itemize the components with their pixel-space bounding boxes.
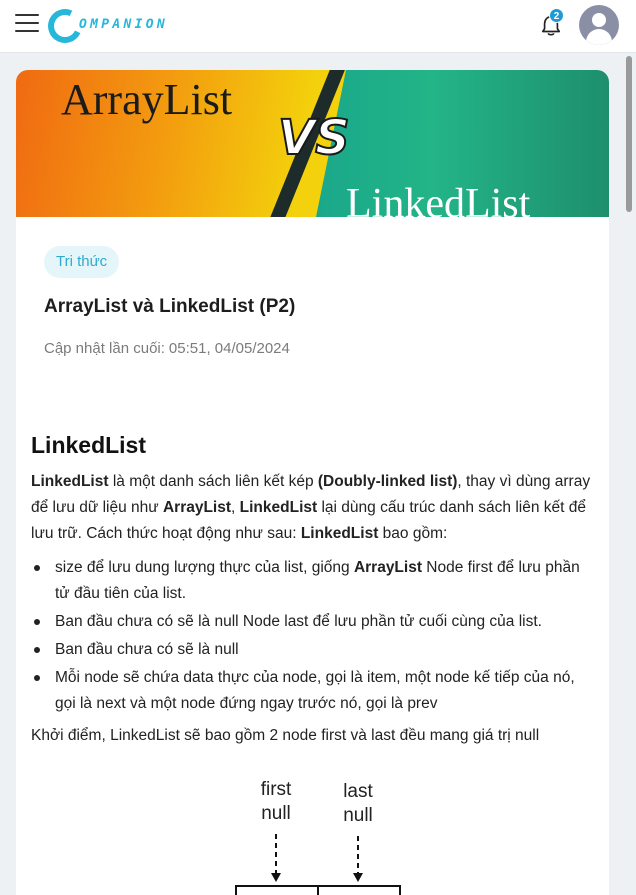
companion-logo[interactable]: OMPANION — [43, 4, 173, 48]
top-bar: OMPANION 2 — [0, 0, 636, 53]
intro-paragraph: LinkedList là một danh sách liên kết kép… — [31, 473, 591, 542]
last-updated-label: Cập nhật lần cuối: — [44, 340, 165, 357]
banner-vs-text: VS — [277, 109, 351, 167]
article-content: LinkedList LinkedList là một danh sách l… — [31, 430, 596, 757]
last-updated-value: 05:51, 04/05/2024 — [168, 340, 290, 357]
linkedlist-diagram: first null last null — [234, 778, 434, 895]
list-item: Ban đầu chưa có sẽ là null Node last để … — [31, 609, 596, 635]
logo-text: OMPANION — [79, 17, 169, 32]
bullet-list: size để lưu dung lượng thực của list, gi… — [31, 555, 596, 717]
list-item: size để lưu dung lượng thực của list, gi… — [31, 555, 596, 607]
last-updated: Cập nhật lần cuối: 05:51, 04/05/2024 — [44, 340, 290, 357]
menu-icon[interactable] — [15, 14, 39, 36]
diagram-arrows — [235, 834, 401, 895]
article-card: ArrayList VS LinkedList Tri thức ArrayLi… — [16, 70, 609, 895]
scrollbar-thumb[interactable] — [626, 56, 632, 212]
section-heading: LinkedList — [31, 432, 147, 458]
closing-paragraph: Khởi điểm, LinkedList sẽ bao gồm 2 node … — [31, 727, 540, 744]
banner-linkedlist-text: LinkedList — [346, 181, 531, 217]
article-title: ArrayList và LinkedList (P2) — [44, 296, 296, 317]
list-item: Mỗi node sẽ chứa data thực của node, gọi… — [31, 665, 596, 717]
avatar[interactable] — [579, 5, 619, 45]
category-tag[interactable]: Tri thức — [44, 246, 120, 278]
article-banner-image: ArrayList VS LinkedList — [16, 70, 609, 217]
banner-arraylist-text: ArrayList — [61, 75, 233, 124]
notification-badge: 2 — [549, 8, 564, 23]
list-item: Ban đầu chưa có sẽ là null — [31, 637, 596, 663]
